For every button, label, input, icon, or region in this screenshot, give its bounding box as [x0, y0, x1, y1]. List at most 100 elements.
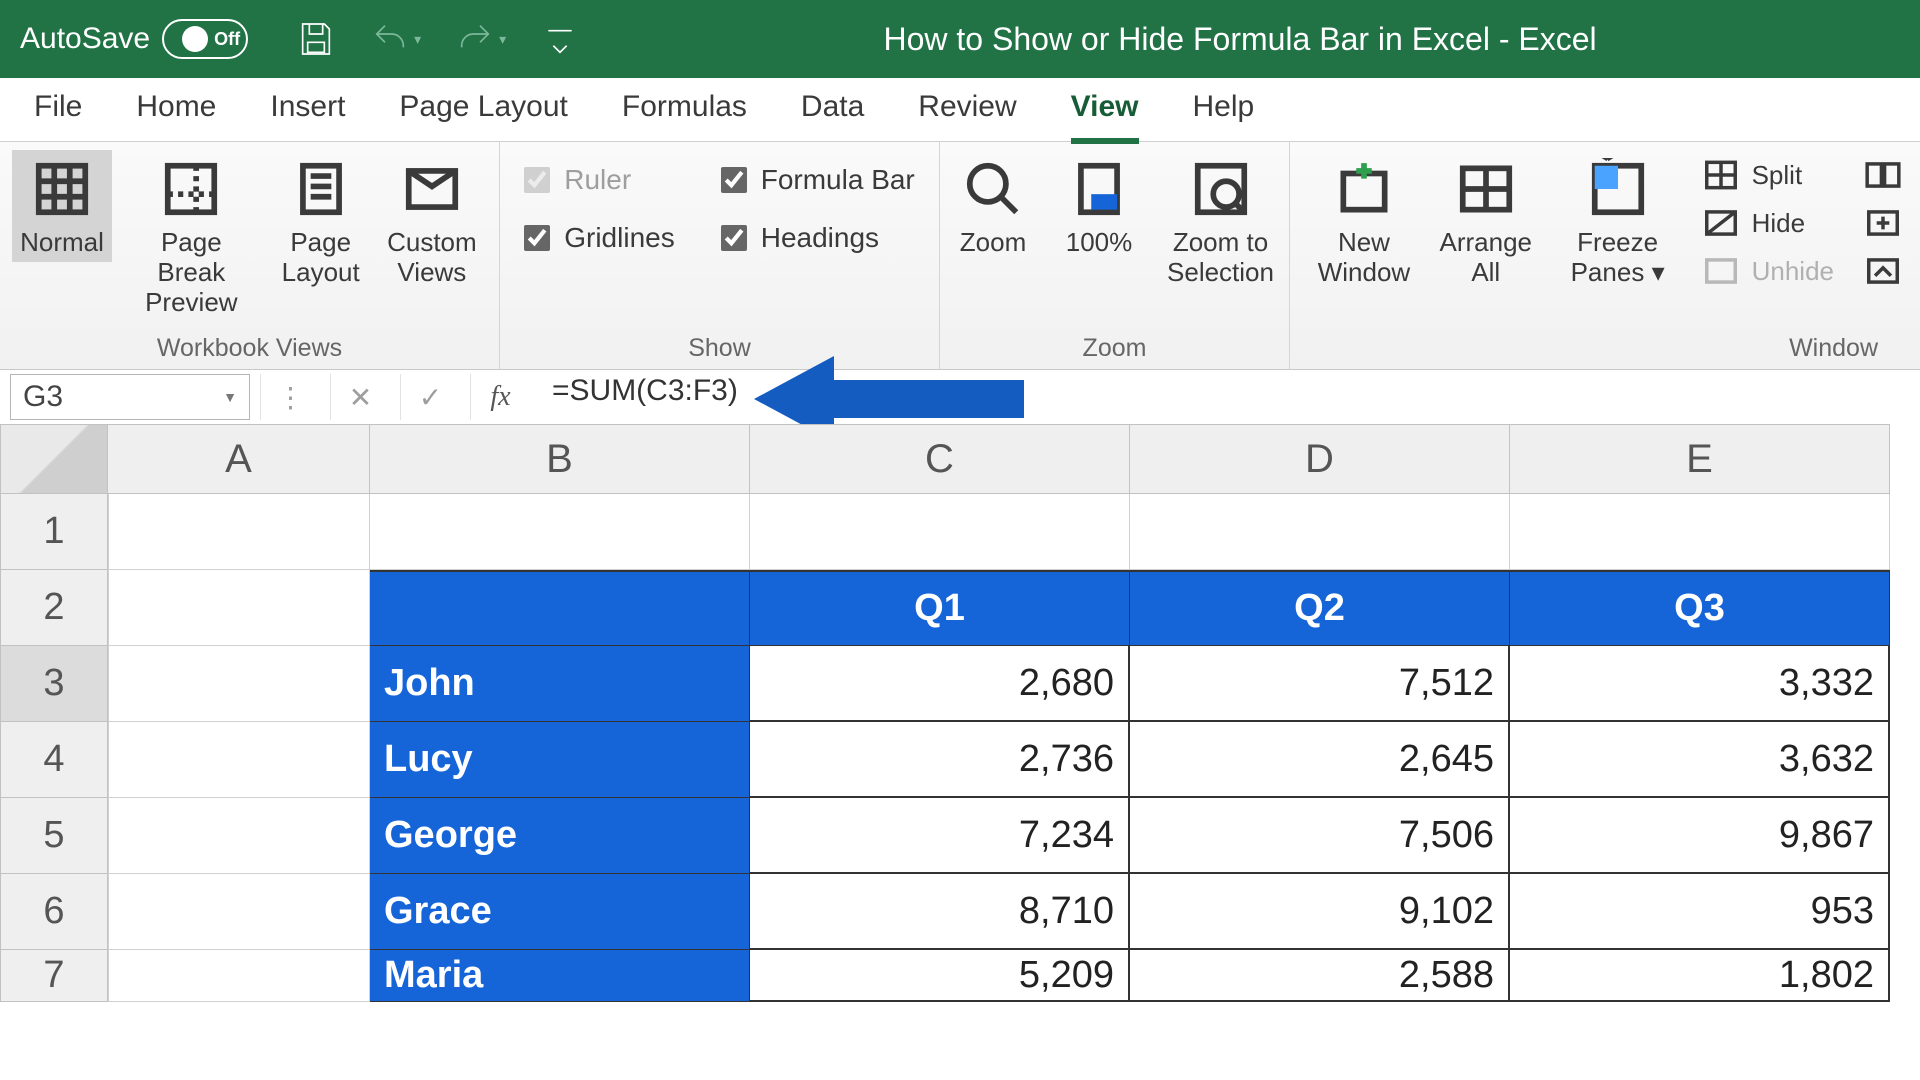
cancel-formula-button[interactable]: ✕ [330, 374, 390, 420]
col-header-c[interactable]: C [750, 424, 1130, 494]
unhide-button[interactable]: Unhide [1702, 252, 1834, 290]
redo-dropdown-icon[interactable]: ▾ [499, 31, 506, 48]
undo-button[interactable]: ▾ [370, 19, 421, 59]
cell-c4[interactable]: 2,736 [750, 722, 1130, 798]
cell-d4[interactable]: 2,645 [1130, 722, 1510, 798]
row-header-4[interactable]: 4 [0, 722, 108, 798]
cell-a1[interactable] [108, 494, 370, 570]
gridlines-checkbox[interactable]: Gridlines [524, 222, 674, 254]
redo-button[interactable]: ▾ [455, 19, 506, 59]
cell-d7[interactable]: 2,588 [1130, 950, 1510, 1002]
row-header-5[interactable]: 5 [0, 798, 108, 874]
cell-b5[interactable]: George [370, 798, 750, 874]
ribbon-body: Normal Page Break Preview Page Layout Cu… [0, 142, 1920, 370]
cell-d6[interactable]: 9,102 [1130, 874, 1510, 950]
select-all-corner[interactable] [0, 424, 108, 494]
tab-help[interactable]: Help [1193, 90, 1255, 130]
cell-a5[interactable] [108, 798, 370, 874]
cell-e6[interactable]: 953 [1510, 874, 1890, 950]
customize-qat-button[interactable] [540, 19, 580, 59]
tab-insert[interactable]: Insert [270, 90, 345, 130]
split-icon [1702, 156, 1740, 194]
row-header-3[interactable]: 3 [0, 646, 108, 722]
zoom-to-selection-button[interactable]: Zoom to Selection [1155, 150, 1286, 292]
cell-e4[interactable]: 3,632 [1510, 722, 1890, 798]
cell-e7[interactable]: 1,802 [1510, 950, 1890, 1002]
cell-c1[interactable] [750, 494, 1130, 570]
cell-e3[interactable]: 3,332 [1510, 646, 1890, 722]
save-button[interactable] [296, 19, 336, 59]
cell-a2[interactable] [108, 570, 370, 646]
cell-c2[interactable]: Q1 [750, 570, 1130, 646]
cell-c3[interactable]: 2,680 [750, 646, 1130, 722]
cell-b6[interactable]: Grace [370, 874, 750, 950]
custom-views-button[interactable]: Custom Views [377, 150, 487, 292]
row-header-2[interactable]: 2 [0, 570, 108, 646]
view-side-by-side-button[interactable] [1864, 156, 1902, 194]
zoom-100-button[interactable]: 100% [1049, 150, 1149, 262]
row-header-7[interactable]: 7 [0, 950, 108, 1002]
cell-e1[interactable] [1510, 494, 1890, 570]
tab-page-layout[interactable]: Page Layout [399, 90, 567, 130]
tab-data[interactable]: Data [801, 90, 864, 130]
cell-c7[interactable]: 5,209 [750, 950, 1130, 1002]
row-6: 6 Grace 8,710 9,102 953 [0, 874, 1920, 950]
freeze-panes-button[interactable]: * Freeze Panes ▾ [1546, 150, 1690, 292]
tab-file[interactable]: File [34, 90, 82, 130]
cell-c6[interactable]: 8,710 [750, 874, 1130, 950]
cell-b4[interactable]: Lucy [370, 722, 750, 798]
cell-a3[interactable] [108, 646, 370, 722]
cell-a4[interactable] [108, 722, 370, 798]
undo-dropdown-icon[interactable]: ▾ [414, 31, 421, 48]
row-header-1[interactable]: 1 [0, 494, 108, 570]
col-header-b[interactable]: B [370, 424, 750, 494]
cell-c5[interactable]: 7,234 [750, 798, 1130, 874]
new-window-button[interactable]: New Window [1302, 150, 1426, 292]
normal-view-button[interactable]: Normal [12, 150, 112, 262]
tab-formulas[interactable]: Formulas [622, 90, 747, 130]
enter-formula-button[interactable]: ✓ [400, 374, 460, 420]
autosave-toggle[interactable]: Off [162, 19, 248, 59]
row-header-6[interactable]: 6 [0, 874, 108, 950]
reset-window-icon [1864, 252, 1902, 290]
svg-text:*: * [1602, 158, 1612, 172]
tab-view[interactable]: View [1071, 90, 1139, 130]
cell-b3[interactable]: John [370, 646, 750, 722]
cell-d5[interactable]: 7,506 [1130, 798, 1510, 874]
page-break-icon [160, 158, 222, 220]
col-header-a[interactable]: A [108, 424, 370, 494]
hide-button[interactable]: Hide [1702, 204, 1834, 242]
cell-d1[interactable] [1130, 494, 1510, 570]
insert-function-button[interactable]: fx [470, 374, 530, 420]
page-layout-button[interactable]: Page Layout [271, 150, 371, 292]
spreadsheet-grid[interactable]: A B C D E 1 2 Q1 Q2 Q3 3 John 2,680 7,51… [0, 424, 1920, 1002]
ruler-checkbox[interactable]: Ruler [524, 164, 674, 196]
name-box-dropdown-icon[interactable]: ▼ [223, 389, 237, 405]
group-label-zoom: Zoom [1083, 330, 1147, 363]
col-header-d[interactable]: D [1130, 424, 1510, 494]
tab-home[interactable]: Home [136, 90, 216, 130]
cell-a7[interactable] [108, 950, 370, 1002]
formula-input[interactable]: =SUM(C3:F3) [540, 374, 750, 420]
headings-checkbox[interactable]: Headings [721, 222, 915, 254]
cell-b2[interactable] [370, 570, 750, 646]
custom-views-icon [401, 158, 463, 220]
cell-a6[interactable] [108, 874, 370, 950]
cell-e5[interactable]: 9,867 [1510, 798, 1890, 874]
cell-e2[interactable]: Q3 [1510, 570, 1890, 646]
split-label: Split [1752, 160, 1803, 191]
page-break-preview-button[interactable]: Page Break Preview [118, 150, 265, 322]
arrange-all-button[interactable]: Arrange All [1432, 150, 1540, 292]
formula-bar-checkbox[interactable]: Formula Bar [721, 164, 915, 196]
cell-b7[interactable]: Maria [370, 950, 750, 1002]
cell-d3[interactable]: 7,512 [1130, 646, 1510, 722]
tab-review[interactable]: Review [918, 90, 1016, 130]
col-header-e[interactable]: E [1510, 424, 1890, 494]
cell-d2[interactable]: Q2 [1130, 570, 1510, 646]
sync-scroll-button[interactable] [1864, 204, 1902, 242]
split-button[interactable]: Split [1702, 156, 1834, 194]
name-box[interactable]: G3 ▼ [10, 374, 250, 420]
cell-b1[interactable] [370, 494, 750, 570]
reset-window-button[interactable] [1864, 252, 1902, 290]
zoom-button[interactable]: Zoom [943, 150, 1043, 262]
